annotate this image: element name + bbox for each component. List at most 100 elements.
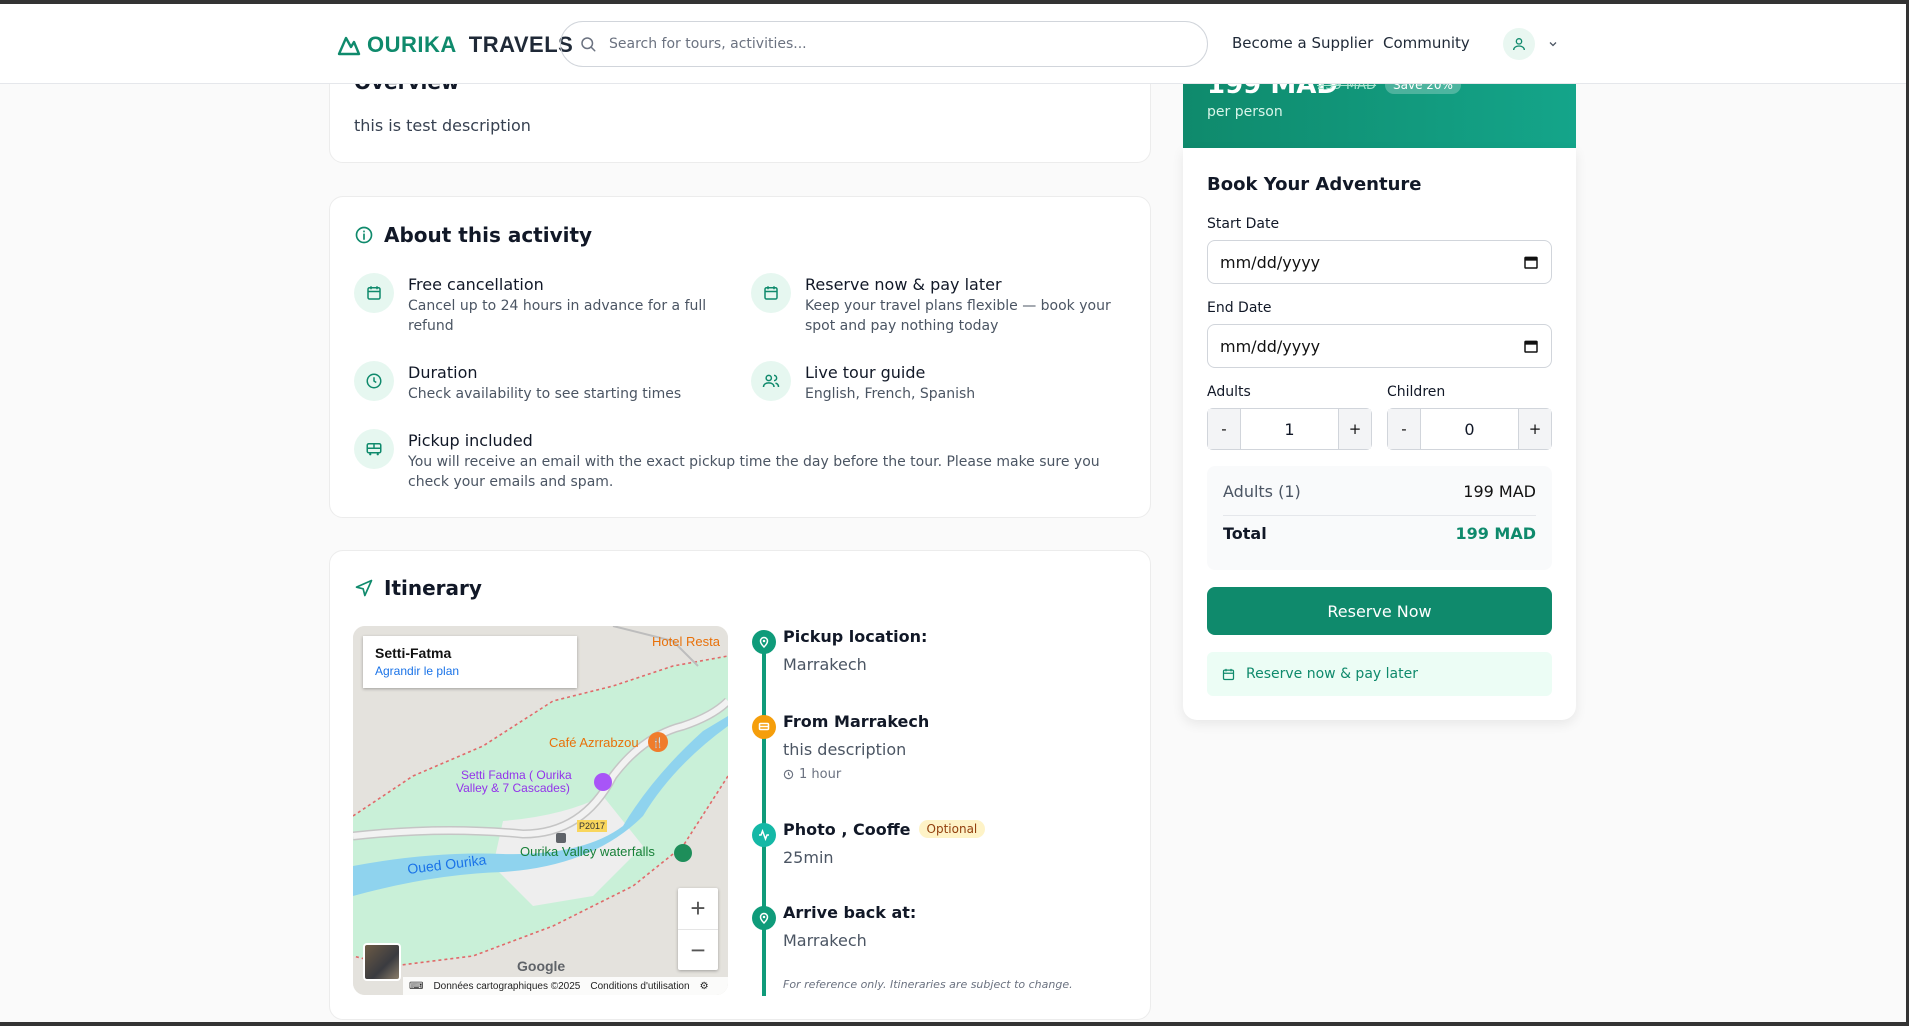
nav-become-supplier[interactable]: Become a Supplier — [1232, 34, 1373, 52]
start-date-input[interactable]: mm/dd/yyyy — [1207, 240, 1552, 284]
overview-description: this is test description — [354, 116, 531, 135]
pay-later-text: Reserve now & pay later — [1246, 666, 1418, 682]
feature-desc: Cancel up to 24 hours in advance for a f… — [408, 298, 707, 334]
feature-live-guide: Live tour guide English, French, Spanish — [751, 361, 1131, 404]
feature-title: Pickup included — [408, 431, 533, 450]
reserve-now-button[interactable]: Reserve Now — [1207, 587, 1552, 635]
clock-icon — [783, 769, 794, 780]
calendar-icon[interactable] — [1523, 254, 1539, 270]
step-duration: 1 hour — [799, 767, 842, 782]
adults-value[interactable]: 1 — [1240, 409, 1339, 449]
step-title-text: Photo , Cooffe — [783, 820, 911, 839]
site-logo[interactable]: OURIKA TRAVELS — [337, 32, 573, 58]
calendar-icon — [354, 273, 394, 313]
date-placeholder: mm/dd/yyyy — [1220, 252, 1321, 272]
total-value: 199 MAD — [1455, 524, 1536, 543]
map-enlarge-link[interactable]: Agrandir le plan — [375, 664, 565, 678]
logo-text-secondary: TRAVELS — [468, 32, 574, 57]
search-input[interactable] — [609, 36, 1169, 52]
users-icon — [751, 361, 791, 401]
mountain-icon — [337, 36, 361, 56]
feature-desc: You will receive an email with the exact… — [408, 454, 1100, 490]
price-banner: 199 MAD 239 MAD Save 20% per person — [1183, 70, 1576, 148]
feature-title: Duration — [408, 363, 478, 382]
keyboard-icon[interactable]: ⌨ — [409, 981, 423, 992]
timeline-line — [762, 636, 766, 996]
map-pin-icon — [752, 906, 776, 930]
clock-icon — [354, 361, 394, 401]
booking-card: Book Your Adventure Start Date mm/dd/yyy… — [1183, 148, 1576, 720]
about-header: About this activity — [354, 223, 592, 247]
children-label: Children — [1387, 384, 1446, 400]
step-title: Photo , Cooffe Optional — [783, 820, 986, 839]
logo-text-primary: OURIKA — [367, 32, 457, 57]
avatar[interactable] — [1503, 28, 1535, 60]
step-title: Pickup location: — [783, 627, 928, 646]
calendar-icon — [751, 273, 791, 313]
feature-title: Free cancellation — [408, 275, 544, 294]
itinerary-map[interactable]: 🍴 Hotel Resta Café Azrrabzou Setti Fadma… — [353, 626, 728, 995]
feature-title: Reserve now & pay later — [805, 275, 1002, 294]
feature-duration: Duration Check availability to see starti… — [354, 361, 724, 404]
divider — [1223, 515, 1536, 516]
pay-later-notice: Reserve now & pay later — [1207, 652, 1552, 696]
children-decrement-button[interactable]: - — [1388, 409, 1420, 449]
nav-community[interactable]: Community — [1383, 34, 1470, 52]
step-desc: Marrakech — [783, 655, 867, 674]
search-icon — [581, 37, 596, 52]
map-place-title: Setti-Fatma — [375, 645, 452, 661]
feature-desc: English, French, Spanish — [805, 386, 976, 402]
adults-decrement-button[interactable]: - — [1208, 409, 1240, 449]
itinerary-note: For reference only. Itineraries are subj… — [783, 978, 1073, 991]
adults-stepper: - 1 + — [1207, 408, 1372, 450]
optional-badge: Optional — [918, 820, 986, 838]
about-card: About this activity Free cancellation Can… — [329, 196, 1151, 518]
price-summary: Adults (1) 199 MAD Total 199 MAD — [1207, 466, 1552, 570]
feature-desc: Check availability to see starting times — [408, 386, 682, 402]
step-title: Arrive back at: — [783, 903, 917, 922]
feature-reserve-pay-later: Reserve now & pay later Keep your travel … — [751, 273, 1131, 336]
zoom-in-button[interactable]: + — [678, 888, 718, 929]
user-menu[interactable] — [1503, 28, 1559, 60]
chevron-down-icon[interactable] — [1547, 38, 1559, 50]
about-title: About this activity — [384, 223, 593, 247]
step-desc: Marrakech — [783, 931, 867, 950]
calendar-icon[interactable] — [1523, 338, 1539, 354]
per-person: per person — [1207, 104, 1283, 120]
end-date-label: End Date — [1207, 300, 1272, 316]
map-label: P2017 — [579, 821, 605, 831]
svg-text:Valley & 7 Cascades): Valley & 7 Cascades) — [456, 781, 570, 795]
google-logo: Google — [517, 958, 566, 974]
map-pin-icon — [752, 630, 776, 654]
line-value: 199 MAD — [1463, 482, 1536, 501]
map-label: Ourika Valley waterfalls — [520, 844, 655, 859]
step-desc: this description — [783, 740, 907, 759]
start-date-label: Start Date — [1207, 216, 1280, 232]
children-value[interactable]: 0 — [1420, 409, 1519, 449]
total-label: Total — [1223, 524, 1267, 543]
map-data-credit: Données cartographiques ©2025 — [433, 980, 581, 992]
map-terms-link[interactable]: Conditions d'utilisation — [590, 981, 689, 992]
date-placeholder: mm/dd/yyyy — [1220, 336, 1321, 356]
children-increment-button[interactable]: + — [1519, 409, 1551, 449]
step-time: 1 hour — [783, 767, 841, 782]
street-view-thumbnail[interactable] — [363, 943, 401, 981]
step-title: From Marrakech — [783, 712, 930, 731]
zoom-out-button[interactable]: − — [678, 929, 718, 970]
map-label: Hotel Resta — [652, 634, 721, 649]
bus-icon — [752, 715, 776, 739]
line-label: Adults (1) — [1223, 482, 1301, 501]
end-date-input[interactable]: mm/dd/yyyy — [1207, 324, 1552, 368]
calendar-icon — [1222, 668, 1235, 680]
feature-title: Live tour guide — [805, 363, 926, 382]
search-bar[interactable] — [560, 21, 1208, 67]
svg-text:🍴: 🍴 — [652, 736, 664, 749]
activity-icon — [752, 823, 776, 847]
children-stepper: - 0 + — [1387, 408, 1552, 450]
map-label: Café Azrrabzou — [549, 735, 639, 750]
window-bottom-border — [0, 1022, 1909, 1026]
map-footer: ⌨ Données cartographiques ©2025 Conditio… — [403, 977, 728, 995]
report-icon[interactable]: ⚙ — [700, 981, 709, 992]
adults-increment-button[interactable]: + — [1339, 409, 1371, 449]
adults-label: Adults — [1207, 384, 1251, 400]
